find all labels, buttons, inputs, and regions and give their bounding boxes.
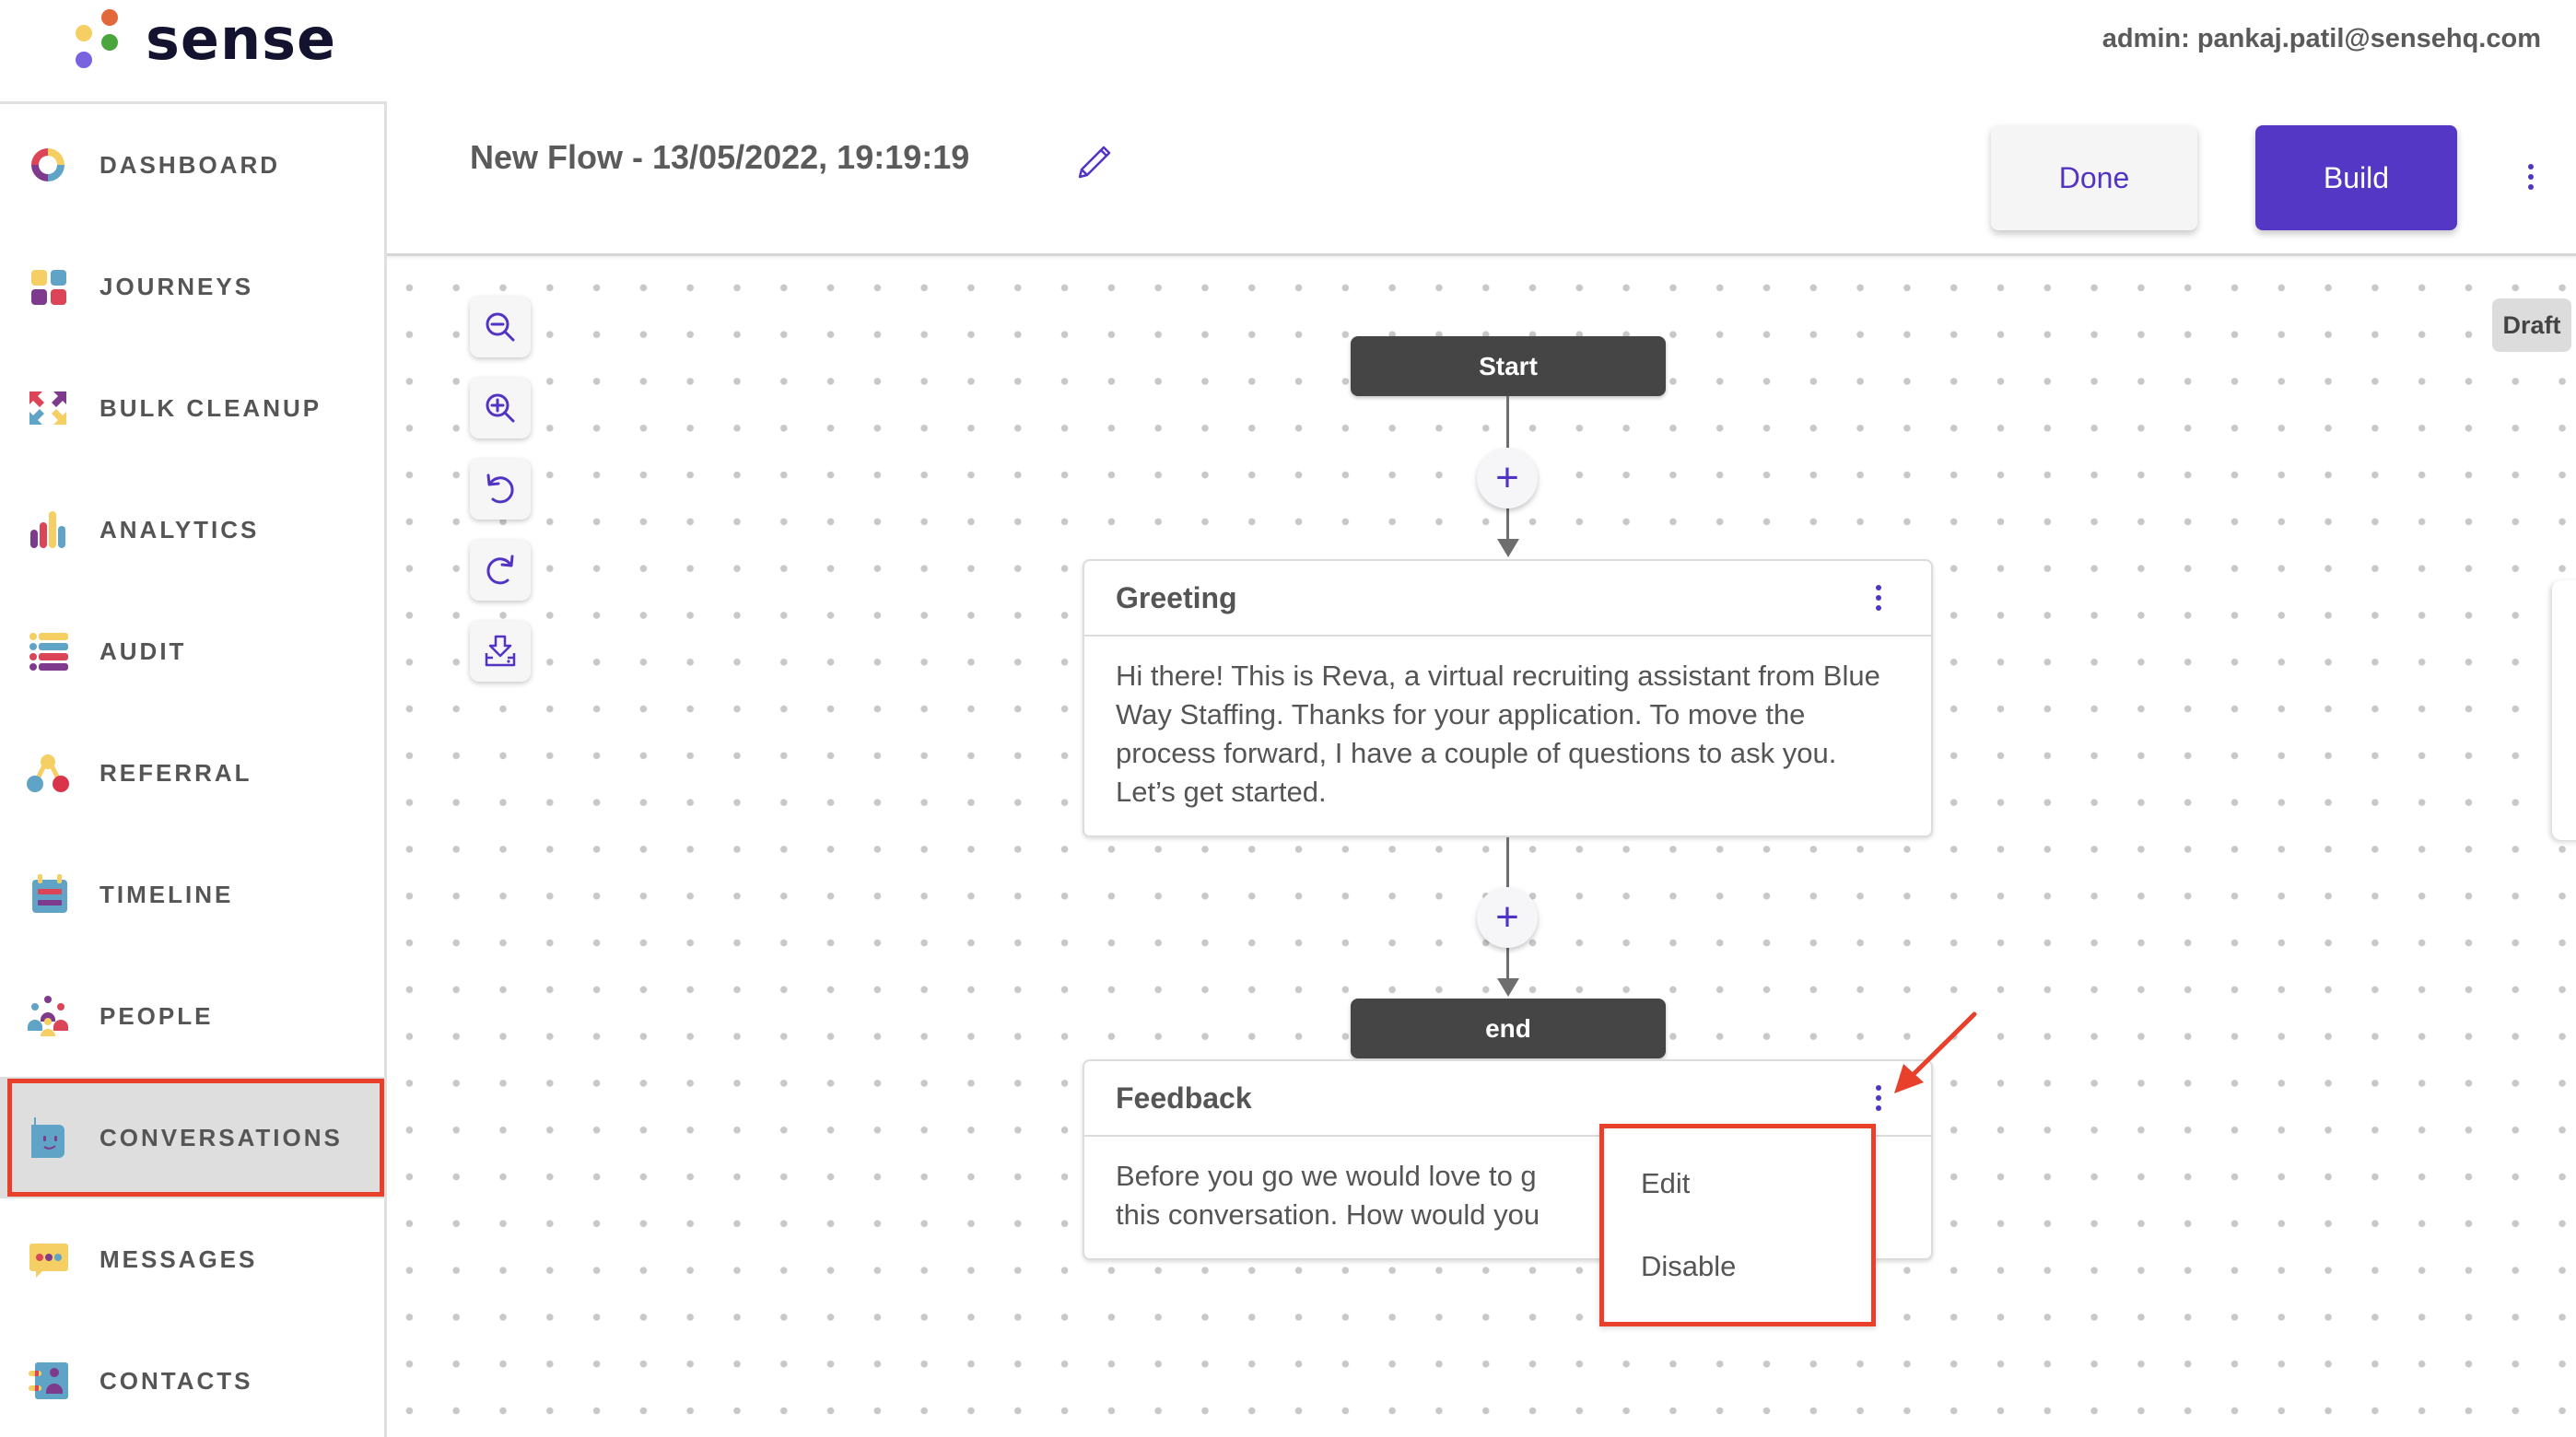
zoom-out-button[interactable]	[470, 297, 531, 357]
annotation-arrow-icon	[1894, 1011, 1977, 1093]
node-menu-icon[interactable]	[1874, 585, 1883, 614]
collapsed-side-panel[interactable]	[2552, 580, 2576, 840]
admin-user-label: admin: pankaj.patil@sensehq.com	[2102, 24, 2541, 53]
end-node[interactable]: end	[1351, 999, 1666, 1058]
start-node[interactable]: Start	[1351, 336, 1666, 396]
sidebar-item-referral[interactable]: REFERRAL	[0, 712, 384, 834]
sidebar-item-label: CONVERSATIONS	[100, 1123, 343, 1151]
more-options-icon[interactable]	[2524, 164, 2537, 193]
sidebar-item-bulk-cleanup[interactable]: BULK CLEANUP	[0, 347, 384, 469]
done-button[interactable]: Done	[1991, 125, 2197, 230]
referral-nodes-icon	[27, 754, 69, 792]
sidebar-item-label: REFERRAL	[100, 758, 252, 787]
node-context-menu: Edit Disable	[1599, 1124, 1876, 1326]
logo-wordmark: sense	[146, 6, 337, 73]
sidebar: DASHBOARD JOURNEYS BULK CLEANUP ANALYTIC…	[0, 101, 387, 1437]
menu-item-edit[interactable]: Edit	[1641, 1167, 1690, 1200]
card-title: Greeting	[1116, 581, 1237, 614]
sidebar-item-conversations[interactable]: CONVERSATIONS	[0, 1077, 384, 1198]
sense-logo[interactable]: sense	[74, 7, 336, 72]
pencil-edit-icon[interactable]	[1076, 144, 1113, 181]
zoom-in-icon	[486, 393, 515, 423]
timeline-calendar-icon	[32, 874, 67, 913]
contacts-book-icon	[29, 1362, 68, 1399]
build-button[interactable]: Build	[2255, 125, 2457, 230]
sidebar-item-label: TIMELINE	[100, 880, 234, 908]
menu-item-disable[interactable]: Disable	[1641, 1250, 1736, 1283]
sidebar-item-journeys[interactable]: JOURNEYS	[0, 226, 384, 347]
zoom-in-button[interactable]	[470, 378, 531, 438]
conversations-bot-icon	[31, 1117, 64, 1158]
audit-list-icon	[29, 633, 68, 671]
sidebar-item-dashboard[interactable]: DASHBOARD	[0, 104, 384, 226]
download-button[interactable]	[470, 621, 531, 682]
add-step-button[interactable]: +	[1477, 448, 1538, 508]
journeys-grid-icon	[31, 270, 66, 305]
arrow-down-icon	[1497, 978, 1519, 997]
sidebar-item-label: DASHBOARD	[100, 150, 280, 179]
add-step-button[interactable]: +	[1477, 887, 1538, 948]
card-message: Hi there! This is Reva, a virtual recrui…	[1116, 660, 1880, 808]
sidebar-item-audit[interactable]: AUDIT	[0, 590, 384, 712]
card-header: Greeting	[1084, 561, 1931, 637]
card-title: Feedback	[1116, 1081, 1252, 1115]
plus-icon: +	[1495, 455, 1519, 500]
analytics-bars-icon	[30, 511, 65, 548]
undo-icon	[486, 473, 514, 504]
flow-title: New Flow - 13/05/2022, 19:19:19	[470, 138, 970, 176]
redo-button[interactable]	[470, 540, 531, 601]
plus-icon: +	[1495, 894, 1519, 940]
bulk-cleanup-arrows-icon	[29, 391, 66, 425]
app-root: sense admin: pankaj.patil@sensehq.com DA…	[0, 0, 2576, 1437]
messages-bubble-icon	[29, 1244, 68, 1278]
download-icon	[485, 635, 516, 667]
dashboard-ring-icon	[31, 148, 64, 181]
sidebar-item-label: BULK CLEANUP	[100, 393, 322, 422]
undo-button[interactable]	[470, 459, 531, 520]
sidebar-item-label: MESSAGES	[100, 1244, 258, 1273]
greeting-node-card[interactable]: Greeting Hi there! This is Reva, a virtu…	[1083, 559, 1933, 837]
logo-dots-icon	[74, 9, 122, 70]
zoom-out-icon	[486, 312, 515, 342]
sidebar-item-label: PEOPLE	[100, 1001, 214, 1030]
sidebar-item-analytics[interactable]: ANALYTICS	[0, 469, 384, 590]
sidebar-item-label: CONTACTS	[100, 1366, 253, 1395]
sidebar-item-label: JOURNEYS	[100, 272, 254, 300]
sidebar-item-people[interactable]: PEOPLE	[0, 955, 384, 1077]
redo-icon	[486, 555, 514, 585]
sidebar-item-contacts[interactable]: CONTACTS	[0, 1320, 384, 1437]
people-group-icon	[28, 996, 68, 1036]
sidebar-item-label: ANALYTICS	[100, 515, 260, 543]
sidebar-item-label: AUDIT	[100, 637, 187, 665]
status-badge: Draft	[2492, 298, 2571, 352]
arrow-down-icon	[1497, 539, 1519, 557]
sidebar-item-timeline[interactable]: TIMELINE	[0, 834, 384, 955]
sidebar-item-messages[interactable]: MESSAGES	[0, 1198, 384, 1320]
